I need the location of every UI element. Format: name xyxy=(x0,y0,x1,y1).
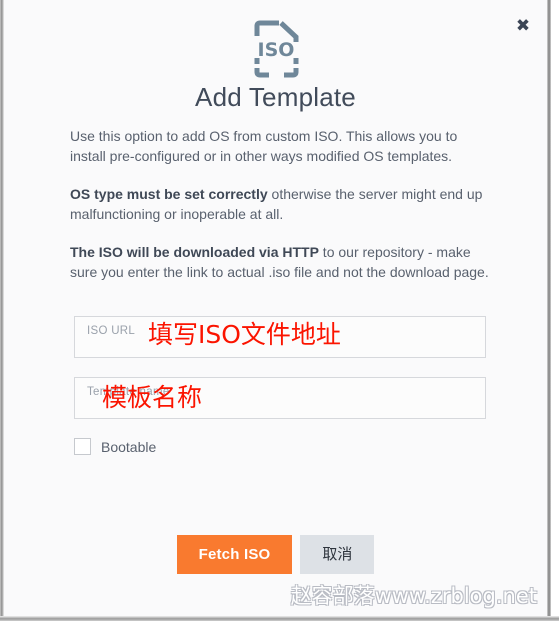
fetch-iso-button[interactable]: Fetch ISO xyxy=(176,535,293,574)
iso-url-input[interactable]: ISO URL xyxy=(74,316,486,358)
add-template-dialog: ✖ ISO Add Template Use this option to ad… xyxy=(4,0,547,616)
iso-url-label: ISO URL xyxy=(87,325,136,337)
iso-icon-label: ISO xyxy=(257,39,294,61)
dialog-description: Use this option to add OS from custom IS… xyxy=(70,126,490,300)
cancel-button[interactable]: 取消 xyxy=(300,535,375,574)
template-name-input[interactable]: Template name xyxy=(74,377,486,419)
screenshot-root: ✖ ISO Add Template Use this option to ad… xyxy=(0,0,559,621)
description-paragraph-3-bold: The ISO will be downloaded via HTTP xyxy=(70,244,319,260)
dialog-actions: Fetch ISO 取消 xyxy=(4,535,547,574)
description-paragraph-1: Use this option to add OS from custom IS… xyxy=(70,128,458,164)
description-paragraph-3: The ISO will be downloaded via HTTP to o… xyxy=(70,242,490,282)
bootable-row[interactable]: Bootable xyxy=(74,438,156,455)
page-title: Add Template xyxy=(195,82,356,112)
window-frame-bottom xyxy=(0,616,559,621)
window-frame-right xyxy=(547,0,551,616)
window-frame-left xyxy=(0,0,4,621)
iso-file-icon-wrapper: ISO xyxy=(4,20,547,78)
bootable-checkbox[interactable] xyxy=(74,438,91,455)
bootable-label: Bootable xyxy=(101,438,157,455)
template-name-label: Template name xyxy=(87,386,170,398)
description-paragraph-2: OS type must be set correctly otherwise … xyxy=(70,184,490,224)
watermark: 赵容部落www.zrblog.net xyxy=(290,584,537,608)
description-paragraph-2-bold: OS type must be set correctly xyxy=(70,186,268,202)
iso-file-icon: ISO xyxy=(254,20,298,78)
